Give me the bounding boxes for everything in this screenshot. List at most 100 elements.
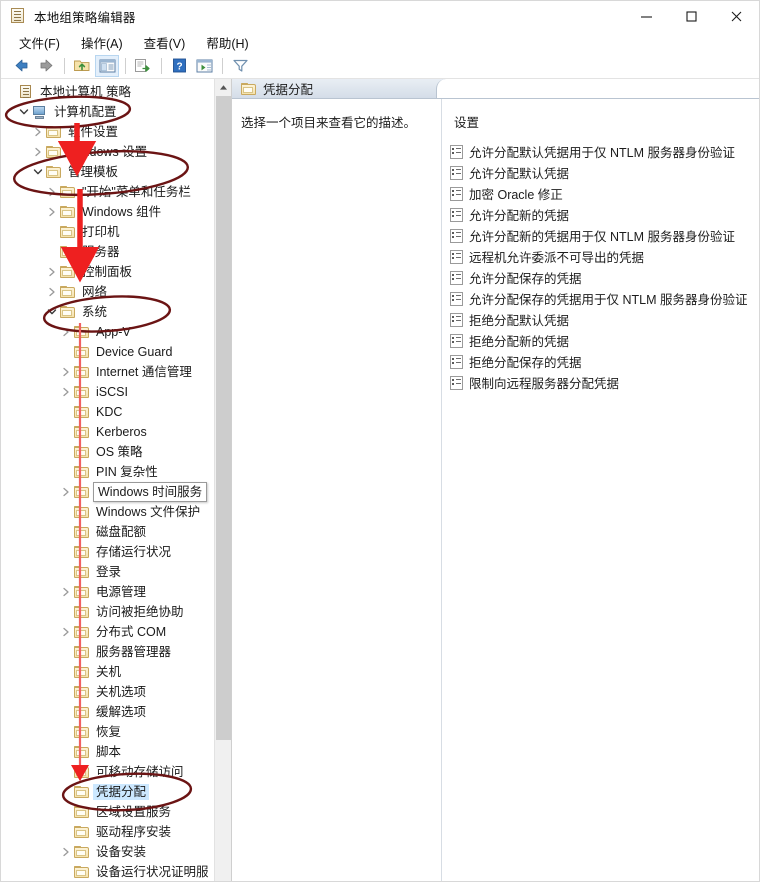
tree-node[interactable]: 管理模板 (1, 162, 231, 182)
tree-node[interactable]: 服务器管理器 (1, 642, 231, 662)
help-question-icon[interactable]: ? (167, 55, 191, 77)
tree-node[interactable]: 设备安装 (1, 842, 231, 862)
forward-arrow-icon[interactable] (34, 55, 58, 77)
chevron-down-icon[interactable] (45, 302, 59, 322)
tree-node[interactable]: Windows 时间服务 (1, 482, 231, 502)
chevron-right-icon[interactable] (31, 122, 45, 142)
tree-node[interactable]: 关机选项 (1, 682, 231, 702)
minimize-button[interactable] (624, 1, 669, 31)
menu-bar: 文件(F) 操作(A) 查看(V) 帮助(H) (1, 31, 759, 53)
back-arrow-icon[interactable] (9, 55, 33, 77)
tree-node[interactable]: Windows 组件 (1, 202, 231, 222)
scrollbar-thumb[interactable] (216, 96, 231, 740)
tree-node[interactable]: 凭据分配 (1, 782, 231, 802)
setting-list-item[interactable]: 允许分配保存的凭据用于仅 NTLM 服务器身份验证 (450, 288, 759, 309)
chevron-right-icon[interactable] (59, 362, 73, 382)
policy-setting-icon (450, 165, 463, 180)
tree-node[interactable]: 系统 (1, 302, 231, 322)
tree-node[interactable]: App-V (1, 322, 231, 342)
menu-action[interactable]: 操作(A) (73, 31, 132, 54)
folder-icon (45, 164, 62, 180)
tree-node[interactable]: 存储运行状况 (1, 542, 231, 562)
tree-node[interactable]: 关机 (1, 662, 231, 682)
tree-node[interactable]: 磁盘配额 (1, 522, 231, 542)
setting-list-item[interactable]: 限制向远程服务器分配凭据 (450, 372, 759, 393)
chevron-right-icon[interactable] (31, 142, 45, 162)
tree-node[interactable]: 脚本 (1, 742, 231, 762)
close-button[interactable] (714, 1, 759, 31)
tree-vertical-scrollbar[interactable] (214, 79, 231, 881)
chevron-down-icon[interactable] (31, 162, 45, 182)
tree-node[interactable]: 登录 (1, 562, 231, 582)
tree-node[interactable]: OS 策略 (1, 442, 231, 462)
menu-view[interactable]: 查看(V) (136, 31, 195, 54)
setting-list-item[interactable]: 拒绝分配新的凭据 (450, 330, 759, 351)
chevron-right-icon[interactable] (59, 842, 73, 862)
tree-node[interactable]: "开始"菜单和任务栏 (1, 182, 231, 202)
tree-node[interactable]: 恢复 (1, 722, 231, 742)
maximize-button[interactable] (669, 1, 714, 31)
filter-view-icon[interactable] (192, 55, 216, 77)
setting-list-item[interactable]: 允许分配新的凭据 (450, 204, 759, 225)
setting-list-item[interactable]: 加密 Oracle 修正 (450, 183, 759, 204)
setting-list-item[interactable]: 允许分配默认凭据用于仅 NTLM 服务器身份验证 (450, 141, 759, 162)
tree-node[interactable]: 访问被拒绝协助 (1, 602, 231, 622)
setting-label: 允许分配保存的凭据 (469, 272, 582, 286)
tree-node[interactable]: 电源管理 (1, 582, 231, 602)
setting-list-item[interactable]: 允许分配默认凭据 (450, 162, 759, 183)
tree-node[interactable]: iSCSI (1, 382, 231, 402)
console-tree[interactable]: 本地计算机 策略计算机配置软件设置 Windows 设置 管理模板 "开始"菜单和任务… (1, 79, 231, 881)
tree-node-label: App-V (96, 325, 131, 339)
menu-help[interactable]: 帮助(H) (198, 31, 257, 54)
export-list-icon[interactable] (131, 55, 155, 77)
tree-node[interactable]: KDC (1, 402, 231, 422)
chevron-right-icon[interactable] (45, 282, 59, 302)
chevron-right-icon[interactable] (59, 382, 73, 402)
up-folder-icon[interactable] (70, 55, 94, 77)
tree-node-label: 设备安装 (96, 845, 147, 859)
setting-list-item[interactable]: 允许分配保存的凭据 (450, 267, 759, 288)
chevron-right-icon[interactable] (45, 202, 59, 222)
setting-list-item[interactable]: 拒绝分配保存的凭据 (450, 351, 759, 372)
tree-node[interactable]: 驱动程序安装 (1, 822, 231, 842)
tree-node[interactable]: Kerberos (1, 422, 231, 442)
tree-node[interactable]: 服务器 (1, 242, 231, 262)
tree-node-label: "开始"菜单和任务栏 (82, 185, 191, 199)
tree-node[interactable]: 缓解选项 (1, 702, 231, 722)
chevron-right-icon[interactable] (45, 262, 59, 282)
tree-node[interactable]: 本地计算机 策略 (1, 82, 231, 102)
tree-node[interactable]: 网络 (1, 282, 231, 302)
tree-node[interactable]: Internet 通信管理 (1, 362, 231, 382)
filter-funnel-icon[interactable] (228, 55, 252, 77)
setting-list-item[interactable]: 拒绝分配默认凭据 (450, 309, 759, 330)
chevron-right-icon[interactable] (59, 482, 73, 502)
chevron-right-icon[interactable] (45, 182, 59, 202)
tree-node[interactable]: 区域设置服务 (1, 802, 231, 822)
setting-list-item[interactable]: 允许分配新的凭据用于仅 NTLM 服务器身份验证 (450, 225, 759, 246)
tree-node[interactable]: PIN 复杂性 (1, 462, 231, 482)
tree-node[interactable]: Windows 文件保护 (1, 502, 231, 522)
scroll-up-arrow-icon[interactable] (215, 79, 231, 96)
menu-file[interactable]: 文件(F) (11, 31, 69, 54)
tree-node[interactable]: 分布式 COM (1, 622, 231, 642)
chevron-right-icon[interactable] (59, 622, 73, 642)
tree-node[interactable]: 打印机 (1, 222, 231, 242)
tree-node[interactable]: 控制面板 (1, 262, 231, 282)
settings-tab-shape (436, 79, 759, 98)
tree-node[interactable]: 软件设置 (1, 122, 231, 142)
tree-node[interactable]: 设备运行状况证明服 (1, 862, 231, 881)
tree-node[interactable]: Windows 设置 (1, 142, 231, 162)
show-hide-tree-icon[interactable] (95, 54, 119, 77)
tree-node[interactable]: 计算机配置 (1, 102, 231, 122)
chevron-right-icon[interactable] (59, 582, 73, 602)
tree-node-label: 计算机配置 (54, 105, 117, 119)
chevron-down-icon[interactable] (17, 102, 31, 122)
setting-list-item[interactable]: 远程机允许委派不可导出的凭据 (450, 246, 759, 267)
chevron-right-icon[interactable] (59, 322, 73, 342)
tree-node[interactable]: 可移动存储访问 (1, 762, 231, 782)
tree-node[interactable]: Device Guard (1, 342, 231, 362)
